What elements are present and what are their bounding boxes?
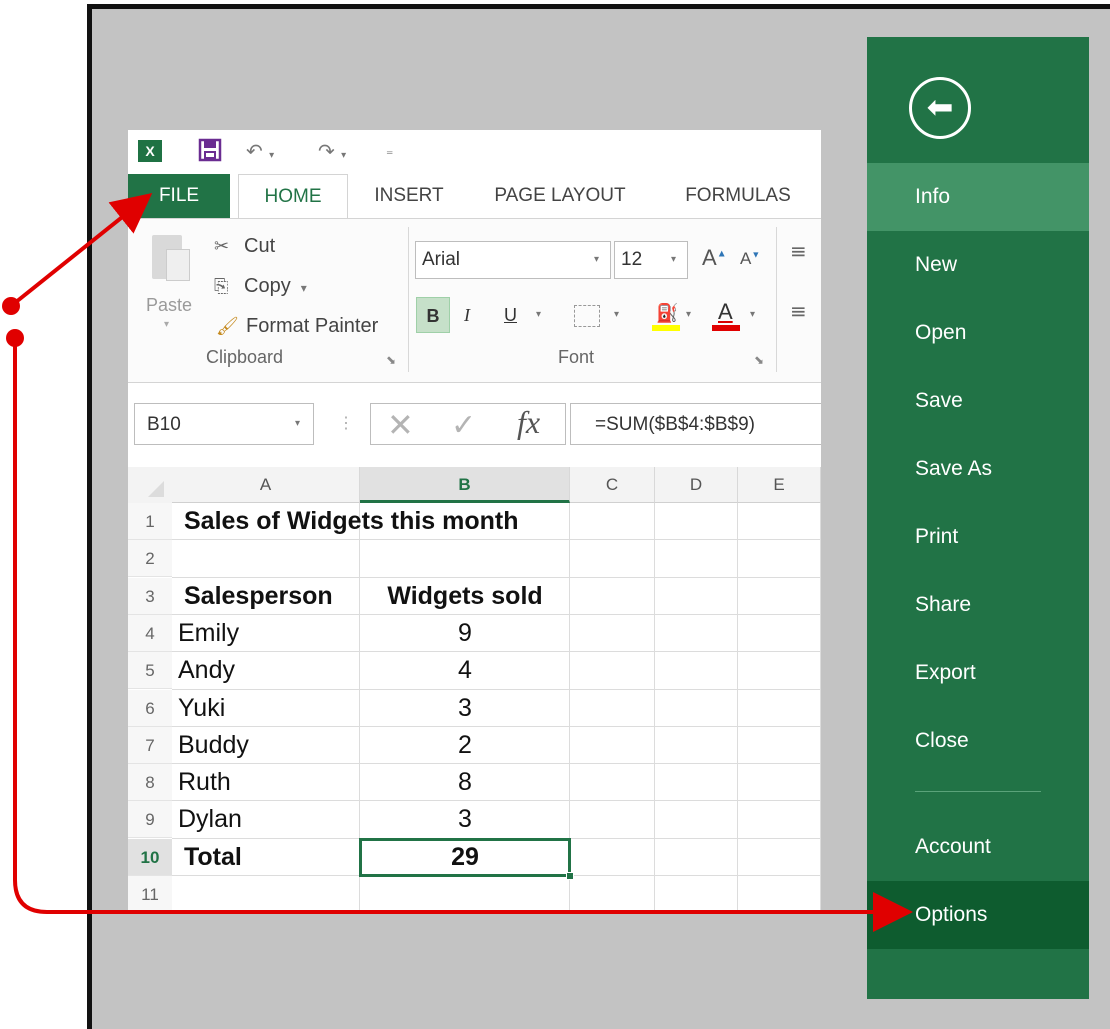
arrow-to-options: [13, 338, 913, 932]
annotation-arrows: [2, 193, 913, 932]
arrow-to-file-tab: [9, 193, 153, 308]
